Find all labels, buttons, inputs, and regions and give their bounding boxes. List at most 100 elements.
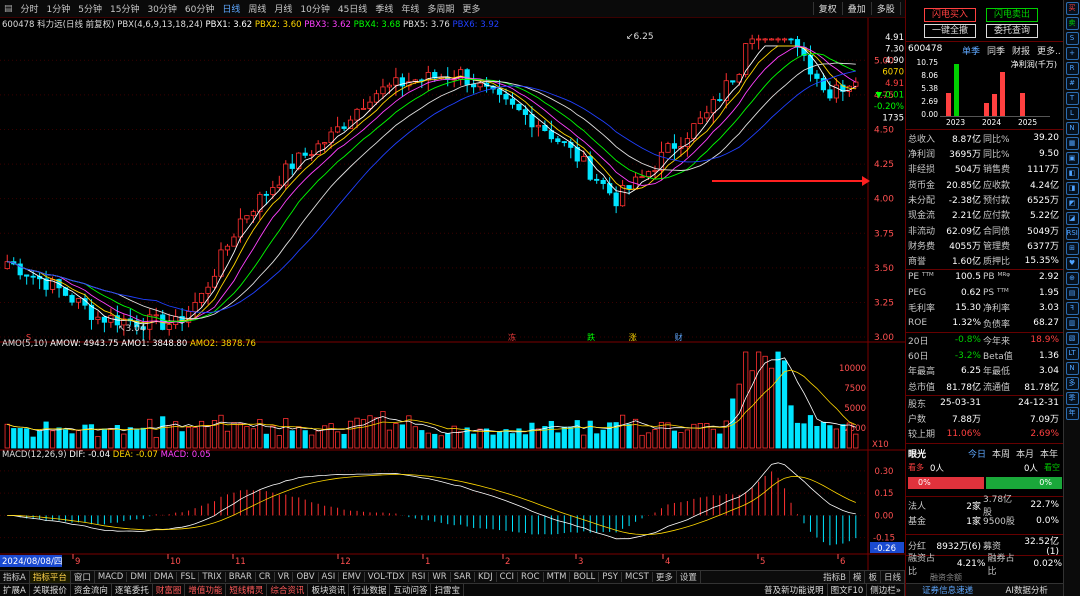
trade-button[interactable]: 闪电买入 — [924, 8, 976, 22]
indicator-tab[interactable]: DMI — [127, 572, 151, 582]
eye-tab[interactable]: 本周 — [992, 447, 1010, 460]
indicator-tab[interactable]: 模 — [850, 571, 866, 583]
eye-tab[interactable]: 本年 — [1040, 447, 1058, 460]
period-tab[interactable]: 5分钟 — [74, 2, 106, 15]
sidebar-tool-icon[interactable]: RSI — [1065, 227, 1079, 240]
indicator-tab[interactable]: ASI — [319, 572, 340, 582]
indicator-tab[interactable]: VOL-TDX — [365, 572, 409, 582]
extension-tab[interactable]: 综合资讯 — [267, 584, 309, 596]
indicator-tab[interactable]: 指标A — [0, 571, 30, 583]
sidebar-tool-icon[interactable]: ꟻ — [1065, 302, 1079, 315]
period-tab[interactable]: 周线 — [244, 2, 270, 15]
extension-tab[interactable]: 关联报价 — [30, 584, 71, 596]
period-tab[interactable]: 季线 — [371, 2, 397, 15]
tool-button[interactable]: 叠加 — [841, 2, 871, 15]
trade-button[interactable]: 一键全撤 — [924, 24, 976, 38]
sidebar-tool-icon[interactable]: + — [1065, 47, 1079, 60]
sidebar-tool-icon[interactable]: ⊞ — [1065, 242, 1079, 255]
indicator-tab[interactable]: CR — [256, 572, 275, 582]
extension-tab[interactable]: 图文F10 — [828, 584, 868, 596]
sidebar-tool-icon[interactable]: S — [1065, 32, 1079, 45]
indicator-tab[interactable]: 更多 — [653, 571, 677, 583]
period-tab[interactable]: 更多 — [458, 2, 484, 15]
trade-button[interactable]: 委托查询 — [986, 24, 1038, 38]
sidebar-tool-icon[interactable]: 多 — [1065, 377, 1079, 390]
extension-tab[interactable]: 扫雷宝 — [431, 584, 464, 596]
side-bottom-tab[interactable]: AI数据分析 — [1006, 584, 1048, 596]
sidebar-tool-icon[interactable]: ▦ — [1065, 137, 1079, 150]
extension-tab[interactable]: 短线精灵 — [226, 584, 268, 596]
sidebar-tool-icon[interactable]: T — [1065, 92, 1079, 105]
indicator-tab[interactable]: WR — [429, 572, 451, 582]
period-tab[interactable]: 10分钟 — [296, 2, 333, 15]
indicator-tab[interactable]: PSY — [599, 572, 622, 582]
indicator-tab[interactable]: MTM — [544, 572, 571, 582]
period-tab[interactable]: 15分钟 — [106, 2, 143, 15]
sidebar-tool-icon[interactable]: ◧ — [1065, 167, 1079, 180]
indicator-tab[interactable]: TRIX — [199, 572, 226, 582]
sidebar-tool-icon[interactable]: 卖 — [1065, 17, 1079, 30]
indicator-tab[interactable]: KDJ — [475, 572, 497, 582]
extension-tab[interactable]: 财富圈 — [153, 584, 186, 596]
indicator-tab[interactable]: OBV — [293, 572, 319, 582]
sidebar-tool-icon[interactable]: 买 — [1065, 2, 1079, 15]
sidebar-tool-icon[interactable]: 年 — [1065, 407, 1079, 420]
extension-tab[interactable]: 增值功能 — [185, 584, 227, 596]
indicator-tab[interactable]: CCI — [497, 572, 519, 582]
sidebar-tool-icon[interactable]: N — [1065, 122, 1079, 135]
indicator-tab[interactable]: EMV — [339, 572, 365, 582]
trade-button[interactable]: 闪电卖出 — [986, 8, 1038, 22]
indicator-tab[interactable]: SAR — [451, 572, 475, 582]
indicator-tab[interactable]: 设置 — [677, 571, 701, 583]
extension-tab[interactable]: 普及新功能说明 — [761, 584, 828, 596]
indicator-tab[interactable]: 指标B — [820, 571, 850, 583]
sidebar-tool-icon[interactable]: ⊕ — [1065, 272, 1079, 285]
indicator-tab[interactable]: 日线 — [881, 571, 905, 583]
indicator-tab[interactable]: MACD — [95, 572, 128, 582]
sidebar-tool-icon[interactable]: ♥ — [1065, 257, 1079, 270]
indicator-tab[interactable]: BOLL — [570, 572, 600, 582]
extension-tab[interactable]: 互动问答 — [390, 584, 432, 596]
indicator-tab[interactable]: 指标平台 — [29, 571, 71, 583]
fin-tab[interactable]: 更多.. — [1037, 44, 1061, 57]
period-tab[interactable]: 分时 — [17, 2, 43, 15]
indicator-tab[interactable]: 窗口 — [71, 571, 95, 583]
extension-tab[interactable]: 资金流向 — [71, 584, 112, 596]
sidebar-tool-icon[interactable]: ◪ — [1065, 212, 1079, 225]
sidebar-tool-icon[interactable]: LT — [1065, 347, 1079, 360]
fin-tab[interactable]: 同季 — [987, 44, 1005, 57]
sidebar-tool-icon[interactable]: 季 — [1065, 392, 1079, 405]
period-tab[interactable]: 多周期 — [423, 2, 458, 15]
kline-chart[interactable]: 5.004.754.504.254.003.753.503.253.00↙6.2… — [0, 18, 905, 570]
period-tab[interactable]: 60分钟 — [181, 2, 218, 15]
sidebar-tool-icon[interactable]: N — [1065, 362, 1079, 375]
indicator-tab[interactable]: DMA — [151, 572, 178, 582]
extension-tab[interactable]: 逐笔委托 — [112, 584, 153, 596]
fin-tab[interactable]: 单季 — [962, 44, 980, 57]
sidebar-tool-icon[interactable]: ◩ — [1065, 197, 1079, 210]
indicator-tab[interactable]: 板 — [865, 571, 881, 583]
sidebar-tool-icon[interactable]: # — [1065, 77, 1079, 90]
period-tab[interactable]: 45日线 — [334, 2, 371, 15]
sidebar-tool-icon[interactable]: ▧ — [1065, 332, 1079, 345]
period-tab[interactable]: 30分钟 — [143, 2, 180, 15]
period-tab[interactable]: 1分钟 — [43, 2, 75, 15]
period-tab[interactable]: 日线 — [218, 2, 244, 15]
side-bottom-tab[interactable]: 证券信息速递 — [922, 584, 973, 596]
sidebar-tool-icon[interactable]: R — [1065, 62, 1079, 75]
extension-tab[interactable]: 扩展A — [0, 584, 30, 596]
sidebar-tool-icon[interactable]: L — [1065, 107, 1079, 120]
eye-tab[interactable]: 今日 — [968, 447, 986, 460]
fin-tab[interactable]: 财报 — [1012, 44, 1030, 57]
indicator-tab[interactable]: MCST — [622, 572, 653, 582]
indicator-tab[interactable]: ROC — [518, 572, 544, 582]
indicator-tab[interactable]: VR — [275, 572, 294, 582]
sidebar-tool-icon[interactable]: ▤ — [1065, 287, 1079, 300]
period-tab[interactable]: 年线 — [397, 2, 423, 15]
period-tab[interactable]: 月线 — [270, 2, 296, 15]
sidebar-tool-icon[interactable]: ◨ — [1065, 182, 1079, 195]
eye-tab[interactable]: 本月 — [1016, 447, 1034, 460]
extension-tab[interactable]: 侧边栏» — [867, 584, 905, 596]
tool-button[interactable]: 多股 — [870, 2, 900, 15]
indicator-tab[interactable]: BRAR — [226, 572, 256, 582]
